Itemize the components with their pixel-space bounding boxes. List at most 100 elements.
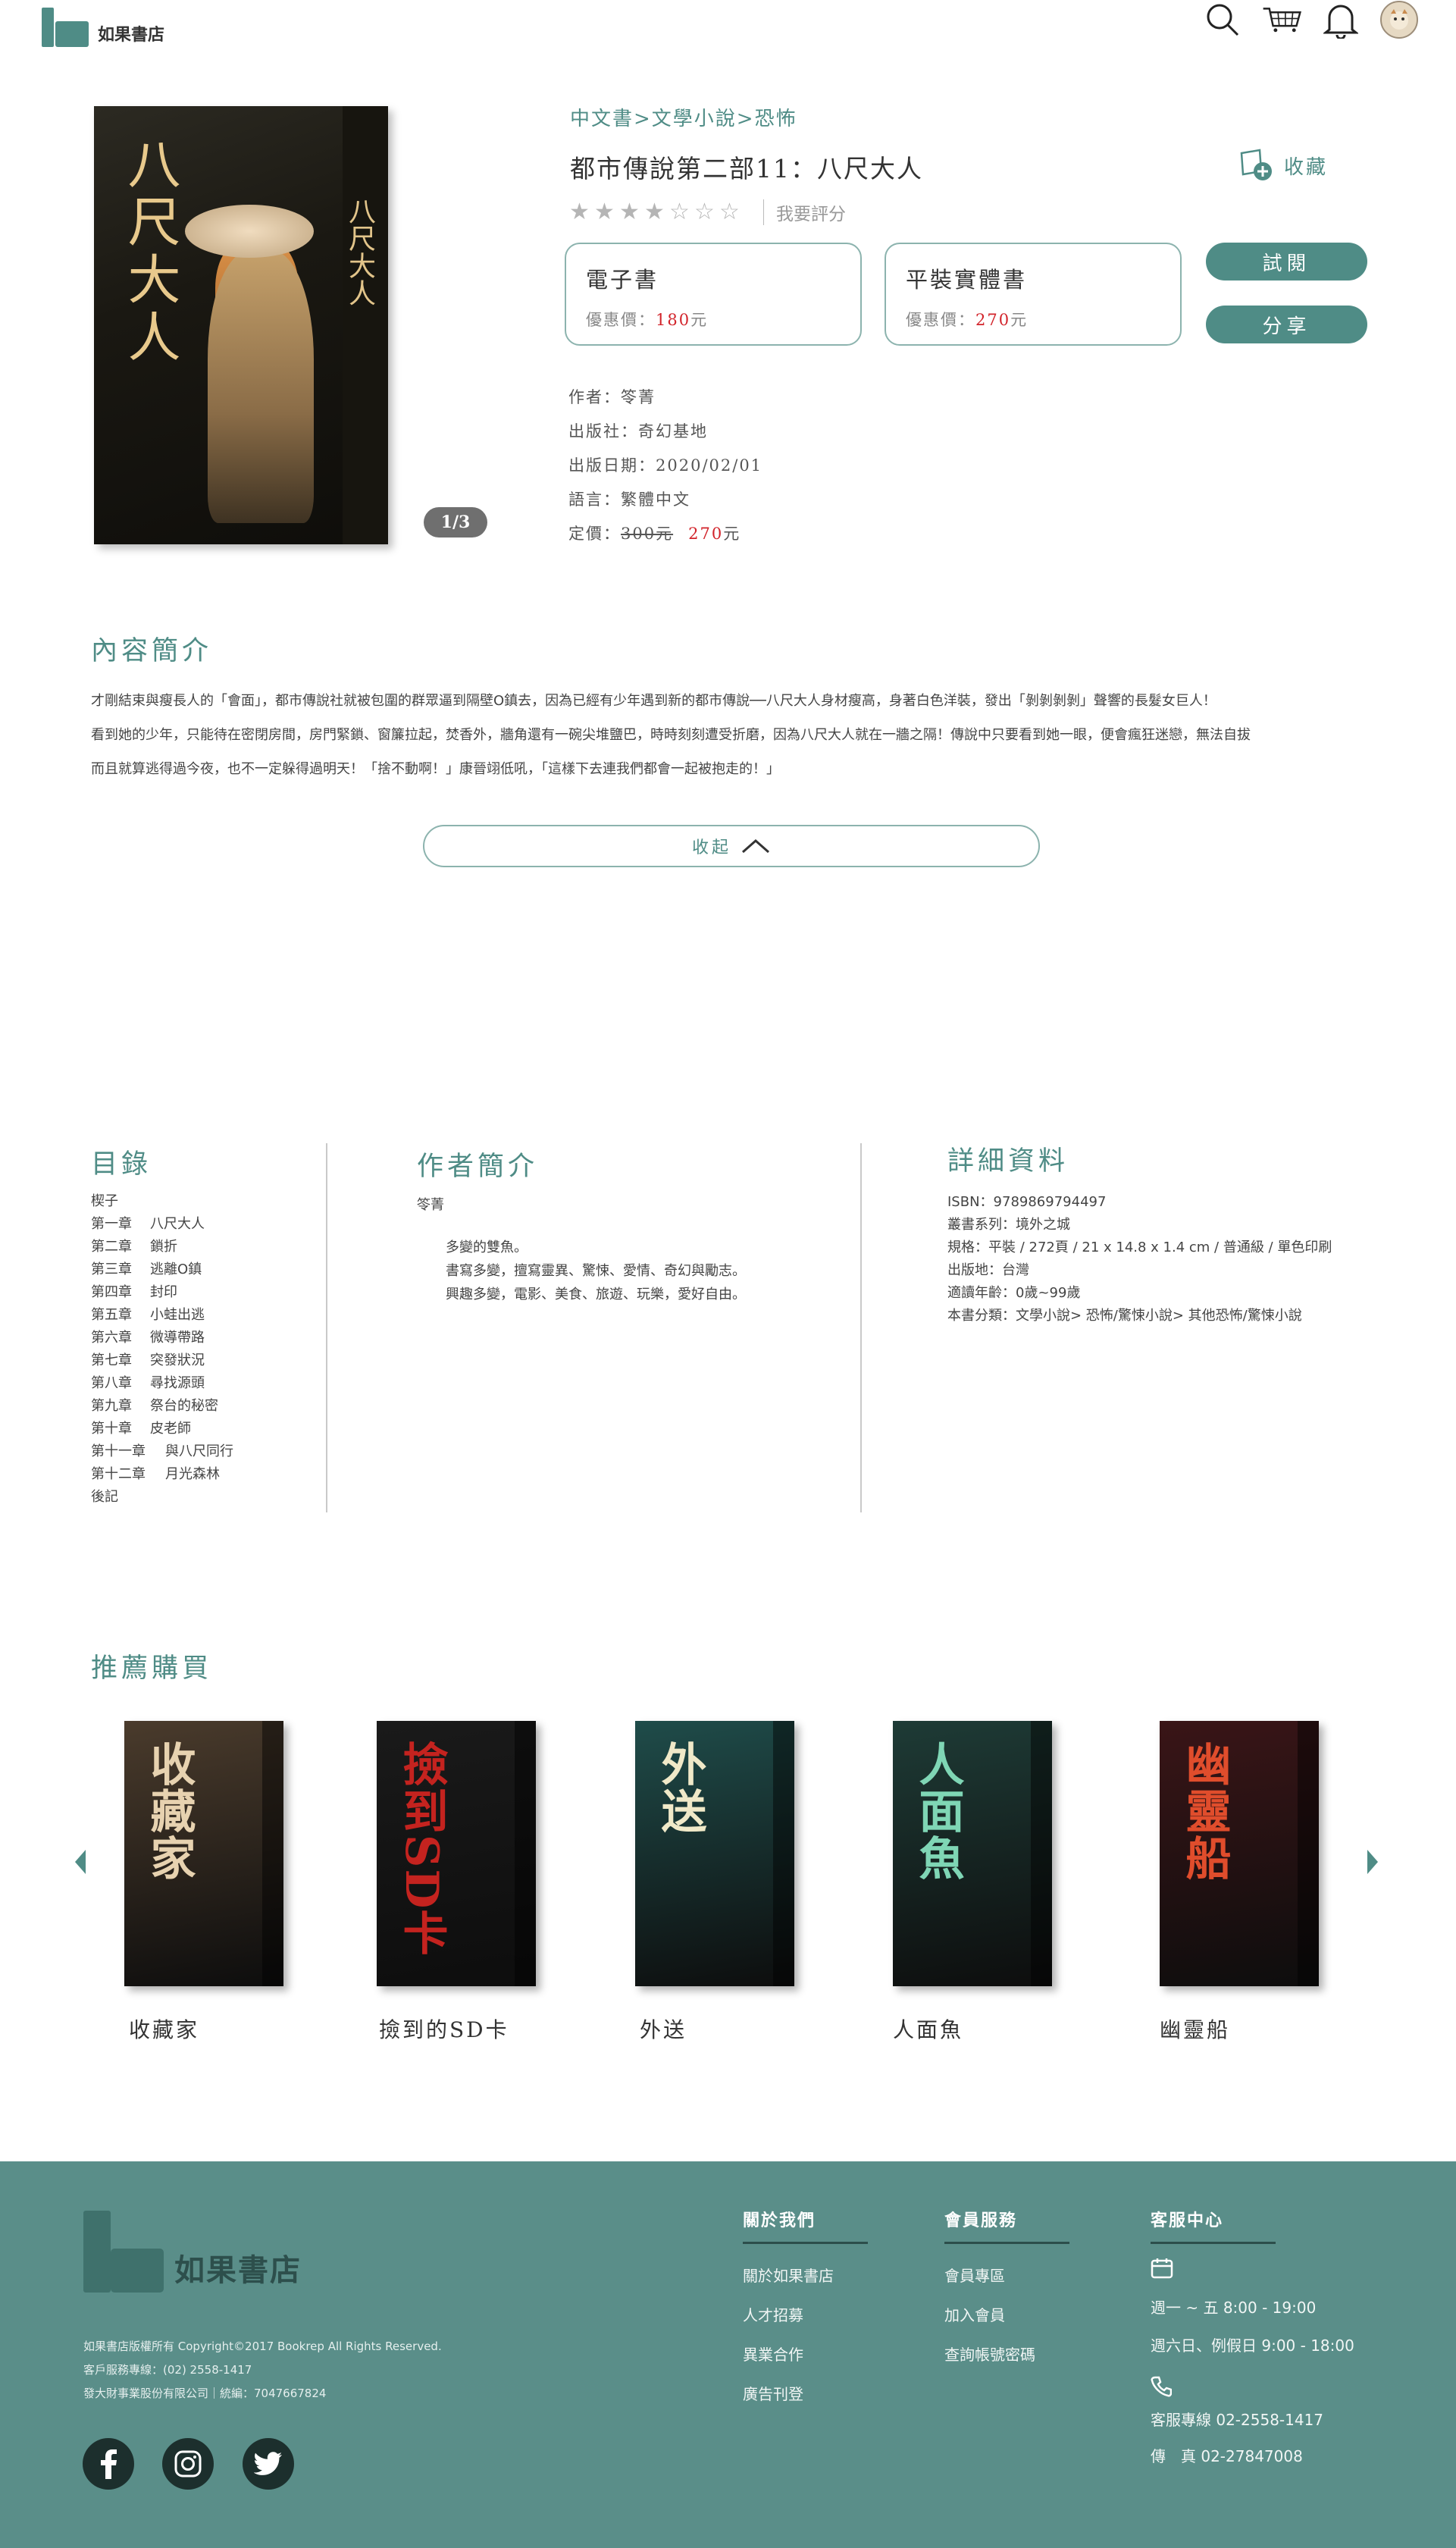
- recommend-book-cover[interactable]: 幽靈船: [1160, 1721, 1319, 1986]
- details-list: ISBN：9789869794497 叢書系列：境外之城 規格：平裝 / 272…: [947, 1191, 1332, 1327]
- ebook-title: 電子書: [586, 267, 659, 293]
- footer-link[interactable]: 異業合作: [743, 2343, 868, 2364]
- footer-link[interactable]: 加入會員: [944, 2303, 1069, 2324]
- author-heading: 作者簡介: [417, 1152, 539, 1182]
- copyright: 如果書店版權所有 Copyright©2017 Bookrep All Righ…: [83, 2340, 442, 2353]
- recommend-item[interactable]: 人面魚: [893, 1721, 1060, 1986]
- logo-text: 如果書店: [98, 25, 165, 45]
- bio-line: 書寫多變，擅寫靈異、驚悚、愛情、奇幻與勵志。: [446, 1263, 746, 1279]
- footer-link[interactable]: 查詢帳號密碼: [944, 2343, 1069, 2364]
- star-empty-icon[interactable]: ☆: [717, 199, 742, 225]
- recommend-book-name[interactable]: 撿到的SD卡: [379, 2014, 509, 2044]
- footer-logo[interactable]: 如果書店: [83, 2211, 302, 2293]
- recommend-book-name[interactable]: 外送: [640, 2014, 687, 2044]
- cover-title: 八尺大人: [119, 136, 181, 367]
- calendar-icon: [1151, 2258, 1354, 2282]
- collapse-label: 收起: [691, 838, 731, 857]
- detail-line: 本書分類：文學小說> 恐怖/驚悚小說> 其他恐怖/驚悚小說: [947, 1308, 1302, 1324]
- recommend-book-name[interactable]: 幽靈船: [1160, 2014, 1230, 2044]
- breadcrumb[interactable]: 中文書>文學小說>恐怖: [570, 103, 797, 131]
- footer-link[interactable]: 廣告刊登: [743, 2382, 868, 2403]
- avatar[interactable]: [1380, 1, 1418, 39]
- footer-link[interactable]: 人才招募: [743, 2303, 868, 2324]
- ebook-option[interactable]: 電子書 優惠價：180元: [565, 243, 862, 346]
- book-cover-image[interactable]: 八尺大人 八尺大人: [94, 106, 388, 544]
- summary-line: 看到她的少年，只能待在密閉房間，房門緊鎖、窗簾拉起，焚香外，牆角還有一碗尖堆鹽巴…: [91, 727, 1251, 743]
- service-phone[interactable]: 客服專線 02-2558-1417: [1151, 2408, 1354, 2429]
- cart-icon[interactable]: [1262, 0, 1301, 39]
- recommend-heading: 推薦購買: [91, 1653, 213, 1684]
- recommend-item[interactable]: 撿到SD卡: [377, 1721, 543, 1986]
- print-book-option[interactable]: 平裝實體書 優惠價：270元: [885, 243, 1182, 346]
- toc-item: 第八章 尋找源頭: [91, 1375, 205, 1391]
- recommend-item[interactable]: 外送: [635, 1721, 802, 1986]
- twitter-icon[interactable]: [243, 2438, 294, 2490]
- star-empty-icon[interactable]: ☆: [692, 199, 717, 225]
- price-prefix: 定價：: [568, 525, 621, 543]
- recommend-book-cover[interactable]: 人面魚: [893, 1721, 1052, 1986]
- preview-button[interactable]: 試閱: [1206, 243, 1367, 280]
- star-empty-icon[interactable]: ☆: [667, 199, 692, 225]
- recommend-item[interactable]: 幽靈船: [1160, 1721, 1326, 1986]
- price-unit: 元: [1010, 311, 1029, 329]
- recommend-book-cover[interactable]: 收藏家: [124, 1721, 283, 1986]
- footer-link[interactable]: 關於如果書店: [743, 2264, 868, 2285]
- bell-icon[interactable]: [1321, 0, 1360, 39]
- price-original: 300元: [621, 525, 674, 543]
- collapse-button[interactable]: 收起: [423, 825, 1040, 867]
- search-icon[interactable]: [1203, 0, 1242, 39]
- toc-item: 楔子: [91, 1193, 118, 1209]
- print-title: 平裝實體書: [906, 267, 1028, 293]
- recommend-cover-title: 撿到SD卡: [395, 1741, 448, 1957]
- star-filled-icon[interactable]: ★: [592, 199, 617, 225]
- recommend-book-name[interactable]: 人面魚: [893, 2014, 963, 2044]
- toc-item: 第七章 突發狀況: [91, 1352, 205, 1368]
- toc-item: 第六章 微導帶路: [91, 1330, 205, 1346]
- summary-text: 才剛結束與瘦長人的「會面」，都市傳說社就被包圍的群眾逼到隔壁O鎮去，因為已經有少…: [91, 684, 1379, 786]
- service-hours: 週六日、例假日 9:00 - 18:00: [1151, 2336, 1354, 2355]
- instagram-icon[interactable]: [162, 2438, 214, 2490]
- price-unit: 元: [690, 311, 709, 329]
- star-filled-icon[interactable]: ★: [642, 199, 667, 225]
- print-price: 270: [975, 311, 1011, 329]
- favorite-button[interactable]: 收藏: [1238, 149, 1328, 182]
- image-pager[interactable]: 1/3: [424, 507, 487, 537]
- detail-line: 適讀年齡：0歲~99歲: [947, 1285, 1081, 1301]
- share-button[interactable]: 分享: [1206, 306, 1367, 343]
- site-logo[interactable]: 如果書店: [42, 8, 164, 47]
- logo-icon: [42, 8, 90, 47]
- recommend-item[interactable]: 收藏家: [124, 1721, 291, 1986]
- star-rating[interactable]: ★ ★ ★ ★ ☆ ☆ ☆ 我要評分: [567, 199, 846, 225]
- price-sale: 270: [688, 525, 724, 543]
- book-title: 都市傳說第二部11：八尺大人: [570, 154, 923, 183]
- phone-icon: [1151, 2376, 1354, 2400]
- toc-item: 後記: [91, 1489, 118, 1505]
- toc-item: 第十二章 月光森林: [91, 1466, 220, 1482]
- toc-item: 第二章 鎖折: [91, 1239, 177, 1255]
- favorite-label: 收藏: [1284, 155, 1329, 179]
- carousel-prev-arrow-icon[interactable]: [75, 1850, 86, 1874]
- star-filled-icon[interactable]: ★: [617, 199, 642, 225]
- carousel-next-arrow-icon[interactable]: [1367, 1850, 1378, 1874]
- column-divider: [860, 1143, 862, 1512]
- rate-link[interactable]: 我要評分: [776, 199, 846, 225]
- cover-spine-title: 八尺大人: [344, 197, 375, 306]
- price-unit: 元: [723, 525, 741, 543]
- hotline: 客戶服務專線：(02) 2558-1417: [83, 2363, 252, 2377]
- detail-line: 規格：平裝 / 272頁 / 21 x 14.8 x 1.4 cm / 普通級 …: [947, 1240, 1332, 1255]
- author-bio: 多變的雙魚。 書寫多變，擅寫靈異、驚悚、愛情、奇幻與勵志。 興趣多變，電影、美食…: [446, 1236, 746, 1306]
- book-meta: 作者：笭菁 出版社：奇幻基地 出版日期：2020/02/01 語言：繁體中文 定…: [568, 385, 762, 556]
- recommend-book-name[interactable]: 收藏家: [129, 2014, 199, 2044]
- toc-item: 第十章 皮老師: [91, 1421, 191, 1437]
- meta-price: 定價：300元 270元: [568, 522, 762, 556]
- service-hours: 週一 ~ 五 8:00 - 19:00: [1151, 2299, 1317, 2317]
- footer-link[interactable]: 會員專區: [944, 2264, 1069, 2285]
- recommend-book-cover[interactable]: 撿到SD卡: [377, 1721, 536, 1986]
- detail-line: 叢書系列：境外之城: [947, 1217, 1070, 1233]
- star-filled-icon[interactable]: ★: [567, 199, 592, 225]
- facebook-icon[interactable]: [83, 2438, 134, 2490]
- recommend-book-cover[interactable]: 外送: [635, 1721, 794, 1986]
- ebook-price: 180: [656, 311, 691, 329]
- meta-language: 語言：繁體中文: [568, 490, 690, 509]
- detail-line: ISBN：9789869794497: [947, 1194, 1107, 1210]
